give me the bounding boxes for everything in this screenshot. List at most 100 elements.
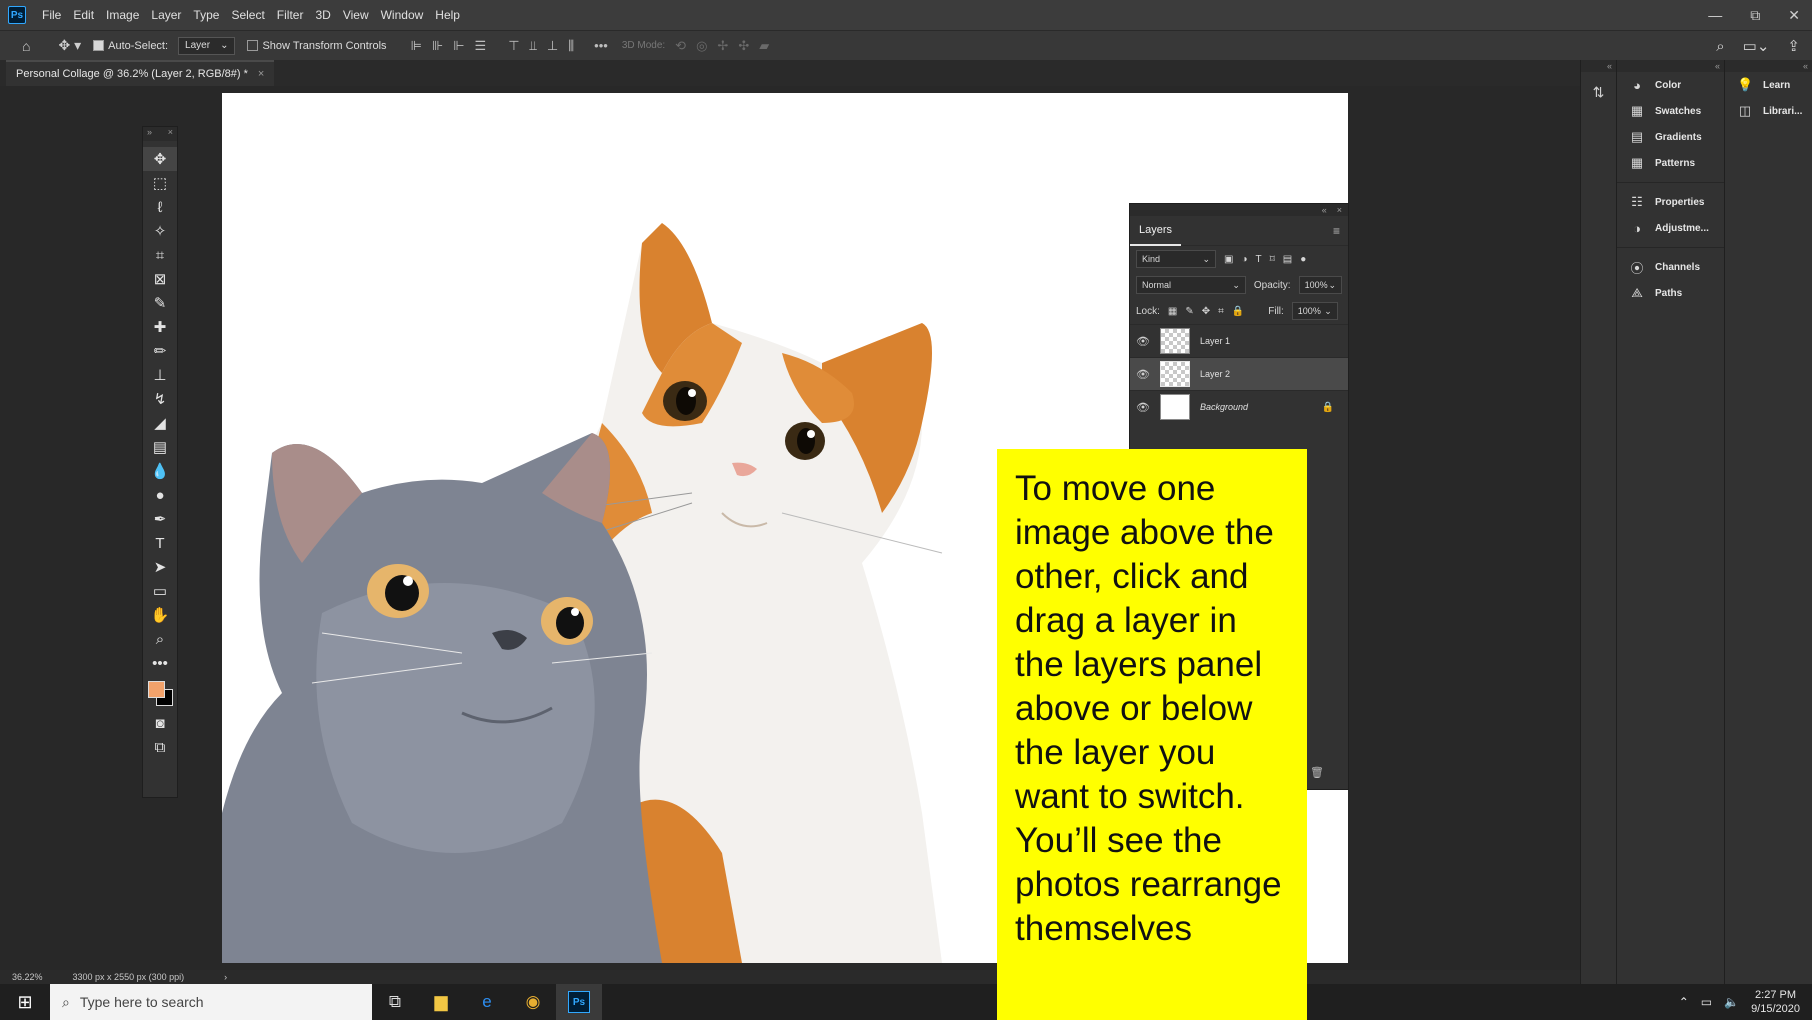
opacity-field[interactable]: 100% ⌄ (1298, 276, 1342, 294)
share-icon[interactable]: ⇪ (1787, 37, 1800, 55)
dodge-tool[interactable]: ● (143, 483, 177, 507)
taskbar-search[interactable]: ⌕ Type here to search (50, 984, 372, 1020)
layer-row[interactable]: 👁 Background 🔒 (1130, 390, 1348, 423)
close-tab-icon[interactable]: × (258, 68, 264, 80)
menu-image[interactable]: Image (100, 0, 145, 30)
panel-channels[interactable]: ⦿ Channels (1617, 254, 1724, 280)
align-top-icon[interactable]: ⊤ (508, 38, 519, 54)
layer-row[interactable]: 👁 Layer 2 (1130, 357, 1348, 390)
align-middle-icon[interactable]: ⫫ (530, 38, 537, 54)
more-options-icon[interactable]: ••• (594, 38, 608, 53)
start-button[interactable]: ⊞ (0, 984, 50, 1020)
distribute-icon[interactable]: ☰ (475, 38, 487, 54)
eyedropper-tool[interactable]: ✎ (143, 291, 177, 315)
workspace-icon[interactable]: ▭⌄ (1743, 37, 1770, 55)
path-selection-tool[interactable]: ➤ (143, 555, 177, 579)
panel-swatches[interactable]: ▦ Swatches (1617, 98, 1724, 124)
panel-libraries[interactable]: ◫ Librari... (1725, 98, 1812, 124)
chevron-up-icon[interactable]: ⌃ (1679, 995, 1689, 1009)
lock-transparent-icon[interactable]: ▦ (1168, 306, 1177, 317)
restore-button[interactable]: ⧉ (1750, 7, 1760, 24)
lasso-tool[interactable]: ℓ (143, 195, 177, 219)
align-left-icon[interactable]: ⊫ (411, 38, 422, 54)
filter-shape-icon[interactable]: ⌑ (1270, 254, 1275, 265)
file-explorer-icon[interactable]: ▆ (418, 984, 464, 1020)
panel-learn[interactable]: 💡 Learn (1725, 72, 1812, 98)
move-tool[interactable]: ✥ (143, 147, 177, 171)
dock-collapse-icon[interactable]: « (1617, 60, 1724, 72)
history-brush-tool[interactable]: ↯ (143, 387, 177, 411)
brush-tool[interactable]: ✏ (143, 339, 177, 363)
dock-collapse-icon[interactable]: « (1725, 60, 1812, 72)
menu-filter[interactable]: Filter (271, 0, 310, 30)
internet-explorer-icon[interactable]: e (464, 984, 510, 1020)
quick-mask-icon[interactable]: ◙ (143, 711, 177, 735)
align-center-icon[interactable]: ⊪ (432, 38, 443, 54)
clock[interactable]: 2:27 PM 9/15/2020 (1751, 988, 1800, 1016)
menu-help[interactable]: Help (429, 0, 466, 30)
hand-tool[interactable]: ✋ (143, 603, 177, 627)
panel-adjustments[interactable]: ◑ Adjustme... (1617, 215, 1724, 241)
panel-patterns[interactable]: ▦ Patterns (1617, 150, 1724, 176)
lock-all-icon[interactable]: 🔒 (1232, 306, 1244, 317)
edit-toolbar-icon[interactable]: ••• (143, 651, 177, 675)
menu-view[interactable]: View (337, 0, 375, 30)
color-swatches[interactable] (143, 675, 177, 711)
collapse-icon[interactable]: » (147, 127, 152, 141)
trash-icon[interactable]: 🗑 (1310, 766, 1324, 779)
magic-wand-tool[interactable]: ✧ (143, 219, 177, 243)
auto-select-target-dropdown[interactable]: Layer ⌄ (178, 36, 236, 55)
chevron-right-icon[interactable]: › (224, 972, 227, 982)
healing-brush-tool[interactable]: ✚ (143, 315, 177, 339)
filter-smart-object-icon[interactable]: ▤ (1283, 254, 1292, 265)
blur-tool[interactable]: 💧 (143, 459, 177, 483)
marquee-tool[interactable]: ⬚ (143, 171, 177, 195)
gradient-tool[interactable]: ▤ (143, 435, 177, 459)
layer-row[interactable]: 👁 Layer 1 (1130, 324, 1348, 357)
menu-select[interactable]: Select (225, 0, 270, 30)
visibility-eye-icon[interactable]: 👁 (1136, 368, 1150, 381)
filter-type-icon[interactable]: T (1256, 254, 1262, 265)
pen-tool[interactable]: ✒ (143, 507, 177, 531)
fill-field[interactable]: 100% ⌄ (1291, 302, 1338, 320)
volume-icon[interactable]: 🔈 (1724, 995, 1739, 1009)
panel-color[interactable]: ◕ Color (1617, 72, 1724, 98)
network-icon[interactable]: ▭ (1701, 995, 1712, 1009)
minimize-button[interactable]: — (1708, 7, 1722, 23)
menu-edit[interactable]: Edit (67, 0, 100, 30)
filter-pixel-icon[interactable]: ▣ (1224, 254, 1233, 265)
kind-filter-dropdown[interactable]: Kind ⌄ (1136, 250, 1216, 268)
type-tool[interactable]: T (143, 531, 177, 555)
rectangle-tool[interactable]: ▭ (143, 579, 177, 603)
align-bottom-icon[interactable]: ⊥ (547, 38, 558, 54)
crop-tool[interactable]: ⌗ (143, 243, 177, 267)
menu-file[interactable]: File (36, 0, 67, 30)
lock-image-icon[interactable]: ✎ (1185, 306, 1193, 317)
search-icon[interactable]: ⌕ (1716, 38, 1724, 55)
collapse-icon[interactable]: « (1322, 205, 1327, 215)
menu-window[interactable]: Window (375, 0, 430, 30)
menu-layer[interactable]: Layer (145, 0, 187, 30)
lock-artboard-icon[interactable]: ⌗ (1218, 306, 1224, 317)
show-transform-checkbox[interactable]: Show Transform Controls (247, 40, 387, 52)
menu-type[interactable]: Type (187, 0, 225, 30)
align-right-icon[interactable]: ⊩ (453, 38, 464, 54)
move-tool-icon[interactable]: ✥ ▾ (58, 37, 81, 54)
history-icon[interactable]: ⇅ (1581, 84, 1616, 101)
home-icon[interactable]: ⌂ (22, 38, 30, 54)
filter-adjustment-icon[interactable]: ◑ (1241, 254, 1247, 265)
tab-layers[interactable]: Layers (1130, 216, 1182, 246)
auto-select-checkbox[interactable]: Auto-Select: (93, 40, 168, 52)
close-icon[interactable]: × (1337, 205, 1342, 215)
panel-menu-icon[interactable]: ≡ (1333, 224, 1340, 238)
zoom-level[interactable]: 36.22% (12, 972, 43, 982)
screen-mode-icon[interactable]: ⧉ (143, 735, 177, 759)
panel-properties[interactable]: ☷ Properties (1617, 189, 1724, 215)
document-tab[interactable]: Personal Collage @ 36.2% (Layer 2, RGB/8… (6, 60, 275, 86)
chrome-icon[interactable]: ◉ (510, 984, 556, 1020)
frame-tool[interactable]: ⊠ (143, 267, 177, 291)
clone-stamp-tool[interactable]: ⊥ (143, 363, 177, 387)
lock-position-icon[interactable]: ✥ (1202, 306, 1210, 317)
visibility-eye-icon[interactable]: 👁 (1136, 401, 1150, 414)
eraser-tool[interactable]: ◢ (143, 411, 177, 435)
